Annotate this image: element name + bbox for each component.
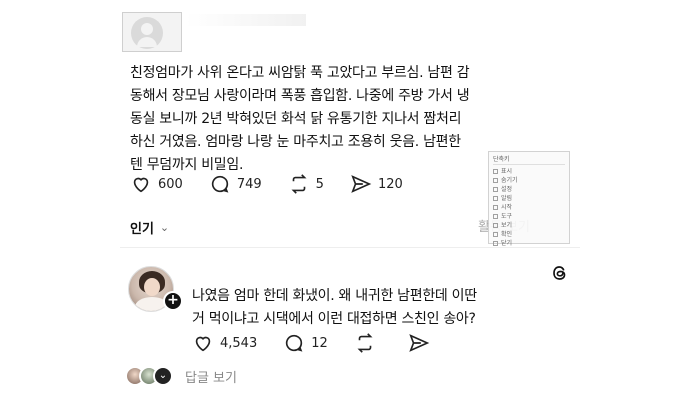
share-count: 120 [377,176,403,192]
repost-icon [291,174,307,194]
checkbox-icon [493,169,498,174]
overlay-menu-item: 보기 [493,221,565,230]
checkbox-icon [493,241,498,246]
checkbox-icon [493,196,498,201]
overlay-menu-item: 숨기기 [493,176,565,185]
checkbox-icon [493,214,498,219]
overlay-menu-screenshot: 단축키 표시 숨기기 설정 알림 시작 도구 보기 확인 닫기 [488,151,570,247]
heart-icon [195,336,211,352]
author-avatar-placeholder[interactable] [122,12,182,52]
reply-line: 거 먹이냐고 시댁에서 이런 대접하면 스친인 송아? [192,311,476,327]
reply-comment-count: 12 [311,335,328,351]
reply-like-button[interactable]: 4,543 [192,332,257,354]
heart-icon [133,177,149,193]
overlay-menu-item: 시작 [493,203,565,212]
checkbox-icon [493,205,498,210]
share-icon [351,175,372,193]
overlay-menu-item: 도구 [493,212,565,221]
checkbox-icon [493,178,498,183]
like-button[interactable]: 600 [130,173,183,195]
post-line: 동실 보니까 2년 박혀있던 화석 닭 유통기한 지나서 짬처리 [130,111,462,127]
reply-body: 나였음 엄마 한데 화냈이. 왜 내귀한 남편한데 이딴 거 먹이냐고 시댁에서… [192,285,582,331]
overlay-menu-header: 단축키 [493,155,565,165]
post-line: 친정엄마가 사위 온다고 씨암탉 푹 고았다고 부르심. 남편 감 [130,65,470,81]
share-button[interactable]: 120 [350,173,403,195]
overlay-menu-item: 확인 [493,230,565,239]
section-divider [120,247,580,248]
sort-label: 인기 [130,222,154,237]
reply-repost-button[interactable] [354,332,382,354]
reply-share-button[interactable] [408,332,436,354]
repost-button[interactable]: 5 [288,173,324,195]
share-icon [409,334,430,352]
follow-plus-icon[interactable]: + [163,291,183,311]
overlay-menu-item: 표시 [493,167,565,176]
comment-icon [286,334,303,352]
like-count: 600 [158,176,183,192]
avatar-silhouette-icon [131,17,163,49]
comment-button[interactable]: 749 [209,173,262,195]
reply-like-count: 4,543 [220,335,258,351]
repost-icon [357,333,373,353]
overlay-menu-item: 알림 [493,194,565,203]
reply-line: 나였음 엄마 한데 화냈이. 왜 내귀한 남편한데 이딴 [192,288,477,304]
checkbox-icon [493,232,498,237]
comment-icon [211,175,229,193]
sort-dropdown[interactable]: 인기 ⌄ [130,218,169,237]
comment-count: 749 [236,176,262,192]
threads-logo-icon [553,266,566,280]
view-replies-label: 답글 보기 [185,370,237,386]
reply-comment-button[interactable]: 12 [283,332,328,354]
checkbox-icon [493,223,498,228]
view-replies[interactable]: ⌄ 답글 보기 [125,366,237,386]
reply-actions: 4,543 12 [192,332,462,354]
chevron-down-icon: ⌄ [153,366,173,386]
author-name-redacted [186,14,306,26]
chevron-down-icon: ⌄ [159,221,170,234]
post-actions: 600 749 5 120 [130,173,429,195]
repost-count: 5 [315,176,324,192]
post-line: 동해서 장모님 사랑이라며 폭풍 흡입함. 나중에 주방 가서 냉 [130,88,470,104]
threads-post: 친정엄마가 사위 온다고 씨암탉 푹 고았다고 부르심. 남편 감 동해서 장모… [0,0,700,400]
checkbox-icon [493,187,498,192]
overlay-menu-item: 설정 [493,185,565,194]
